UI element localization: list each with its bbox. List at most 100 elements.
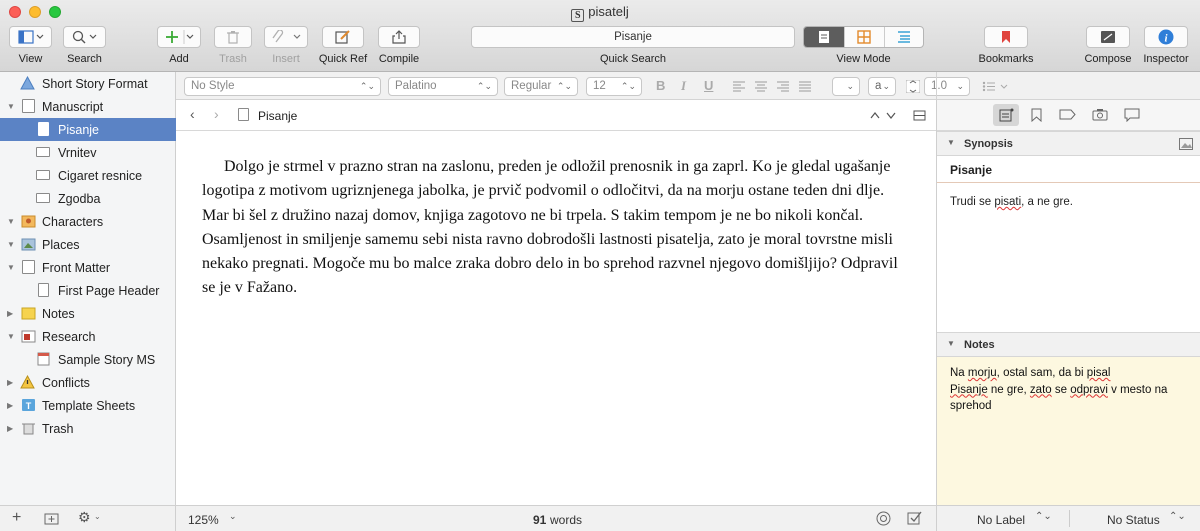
forward-icon[interactable]: › bbox=[214, 106, 219, 122]
line-spacing-icon bbox=[906, 80, 920, 93]
binder-item-front-matter[interactable]: ▼ Front Matter bbox=[0, 256, 176, 279]
bold-button[interactable]: B bbox=[656, 78, 665, 93]
back-icon[interactable]: ‹ bbox=[190, 106, 195, 122]
snapshot-camera-icon[interactable] bbox=[1092, 108, 1108, 121]
checkbox-icon[interactable] bbox=[907, 511, 922, 526]
image-icon[interactable] bbox=[1179, 138, 1193, 150]
insert-button[interactable] bbox=[264, 26, 308, 48]
binder-item-short-story-format[interactable]: Short Story Format bbox=[0, 72, 176, 95]
scrivener-app-icon: S bbox=[571, 9, 585, 22]
weight-select[interactable]: Regular ⌃⌄ bbox=[504, 77, 578, 96]
scrivener-window: Spisatelj View Search Add Trash Insert Q… bbox=[0, 0, 1200, 531]
view-button[interactable] bbox=[9, 26, 52, 48]
disclosure-open-icon[interactable]: ▼ bbox=[7, 240, 15, 249]
editor-area[interactable]: Dolgo je strmel v prazno stran na zaslon… bbox=[176, 131, 936, 505]
binder-item-places[interactable]: ▼ Places bbox=[0, 233, 176, 256]
binder-item-characters[interactable]: ▼ Characters bbox=[0, 210, 176, 233]
divider bbox=[936, 72, 937, 99]
divider bbox=[1069, 510, 1070, 527]
quick-ref-icon bbox=[335, 30, 350, 44]
corkboard-mode-button[interactable] bbox=[844, 27, 883, 47]
updown-icon: ⌃⌄ bbox=[1035, 511, 1052, 522]
disclosure-open-icon[interactable]: ▼ bbox=[7, 332, 15, 341]
inspector-footer: No Label ⌃⌄ No Status ⌃⌄ bbox=[936, 505, 1200, 531]
comments-icon[interactable] bbox=[1124, 108, 1140, 122]
binder-item-conflicts[interactable]: ▶ Conflicts bbox=[0, 371, 176, 394]
metadata-tag-icon[interactable] bbox=[1059, 109, 1076, 120]
style-select[interactable]: No Style ⌃⌄ bbox=[184, 77, 381, 96]
disclosure-closed-icon[interactable]: ▶ bbox=[7, 309, 13, 318]
search-button[interactable] bbox=[63, 26, 106, 48]
label-select[interactable]: No Label bbox=[977, 513, 1025, 527]
prev-next-arrows[interactable] bbox=[870, 111, 900, 120]
italic-button[interactable]: I bbox=[681, 78, 686, 94]
gear-icon[interactable]: ⚙ bbox=[78, 509, 91, 526]
add-button[interactable] bbox=[157, 26, 201, 48]
target-icon[interactable] bbox=[876, 511, 891, 526]
synopsis-header[interactable]: ▼ Synopsis bbox=[937, 131, 1200, 156]
bookmark-icon[interactable] bbox=[1031, 108, 1042, 122]
binder-item-zgodba[interactable]: Zgodba bbox=[0, 187, 176, 210]
alignment-buttons[interactable] bbox=[733, 81, 813, 92]
corkboard-icon bbox=[857, 30, 872, 44]
binder-item-first-page-header[interactable]: First Page Header bbox=[0, 279, 176, 302]
zoom-select[interactable]: 125% bbox=[188, 513, 219, 527]
binder-item-cigaret-resnice[interactable]: Cigaret resnice bbox=[0, 164, 176, 187]
binder-item-sample-story-ms[interactable]: Sample Story MS bbox=[0, 348, 176, 371]
disclosure-open-icon[interactable]: ▼ bbox=[7, 263, 15, 272]
outliner-mode-button[interactable] bbox=[883, 27, 923, 47]
chevron-down-icon: ⌄ bbox=[229, 511, 237, 521]
trash-button[interactable] bbox=[214, 26, 252, 48]
quick-search-field[interactable]: Pisanje bbox=[471, 26, 795, 48]
chevron-down-icon: ⌄ bbox=[94, 512, 101, 521]
highlight-select[interactable]: a ⌄ bbox=[868, 77, 896, 96]
size-select[interactable]: 12 ⌃⌄ bbox=[586, 77, 642, 96]
binder-item-research[interactable]: ▼ Research bbox=[0, 325, 176, 348]
text-color-select[interactable]: ⌄ bbox=[832, 77, 860, 96]
split-editor-icon[interactable] bbox=[913, 110, 926, 121]
template-icon: T bbox=[22, 399, 35, 411]
editor-header: ‹ › Pisanje bbox=[176, 100, 936, 131]
inspector-button[interactable]: i bbox=[1144, 26, 1188, 48]
toolbar: Spisatelj View Search Add Trash Insert Q… bbox=[0, 0, 1200, 72]
document-icon bbox=[38, 122, 49, 136]
add-icon[interactable]: + bbox=[12, 509, 21, 527]
binder-item-pisanje[interactable]: Pisanje bbox=[0, 118, 176, 141]
notes-header[interactable]: ▼ Notes bbox=[937, 332, 1200, 357]
paperclip-icon bbox=[272, 30, 301, 43]
font-select[interactable]: Palatino ⌃⌄ bbox=[388, 77, 498, 96]
quick-ref-button[interactable] bbox=[322, 26, 364, 48]
disclosure-open-icon[interactable]: ▼ bbox=[7, 102, 15, 111]
add-folder-icon[interactable] bbox=[44, 512, 59, 525]
binder-item-notes[interactable]: ▶ Notes bbox=[0, 302, 176, 325]
notes-text-area[interactable]: Na morju, ostal sam, da bi pisal Pisanje… bbox=[937, 357, 1200, 505]
disclosure-closed-icon[interactable]: ▶ bbox=[7, 378, 13, 387]
search-icon bbox=[72, 30, 96, 44]
svg-text:T: T bbox=[26, 401, 32, 411]
binder-item-trash[interactable]: ▶ Trash bbox=[0, 417, 176, 440]
document-icon bbox=[37, 352, 50, 366]
word-count: 91 bbox=[533, 513, 547, 527]
word-label: words bbox=[550, 513, 583, 527]
disclosure-closed-icon[interactable]: ▶ bbox=[7, 401, 13, 410]
bookmarks-button[interactable] bbox=[984, 26, 1028, 48]
disclosure-open-icon[interactable]: ▼ bbox=[7, 217, 15, 226]
binder-item-vrnitev[interactable]: Vrnitev bbox=[0, 141, 176, 164]
scrivenings-mode-button[interactable] bbox=[804, 27, 845, 47]
synopsis-text[interactable]: Trudi se pisati, a ne gre. bbox=[950, 196, 1073, 208]
notes-text: Na morju, ostal sam, da bi pisal Pisanje… bbox=[950, 367, 1168, 412]
disclosure-closed-icon[interactable]: ▶ bbox=[7, 424, 13, 433]
compile-button[interactable] bbox=[378, 26, 420, 48]
document-icon bbox=[38, 283, 49, 297]
compose-button[interactable] bbox=[1086, 26, 1130, 48]
plus-icon bbox=[166, 30, 194, 44]
line-spacing-select[interactable]: 1.0 ⌄ bbox=[924, 77, 970, 96]
underline-button[interactable]: U bbox=[704, 78, 713, 93]
list-icon[interactable] bbox=[982, 81, 1012, 92]
tab-notes[interactable] bbox=[993, 104, 1019, 126]
editor-text[interactable]: Dolgo je strmel v prazno stran na zaslon… bbox=[202, 155, 912, 301]
status-select[interactable]: No Status bbox=[1107, 513, 1160, 527]
binder-item-manuscript[interactable]: ▼ Manuscript bbox=[0, 95, 176, 118]
synopsis-title-field[interactable]: Pisanje bbox=[937, 156, 1200, 183]
binder-item-template-sheets[interactable]: ▶ T Template Sheets bbox=[0, 394, 176, 417]
